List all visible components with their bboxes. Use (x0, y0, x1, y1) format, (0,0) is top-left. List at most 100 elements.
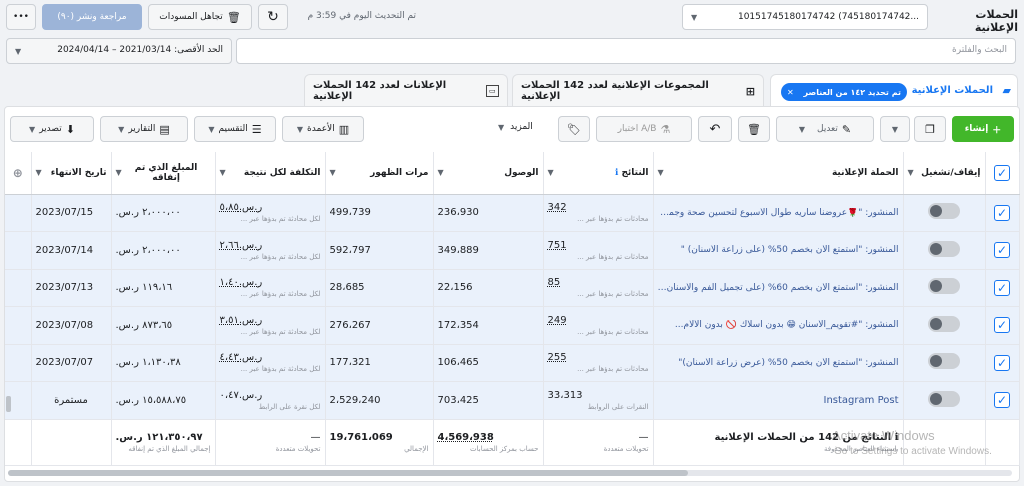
header-cost-per-result[interactable]: ▼ التكلفة لكل نتيجة (215, 152, 326, 195)
header-select-all[interactable]: ✓ (985, 152, 1020, 195)
header-amount-spent[interactable]: ▼ المبلغ الذي تم إنفاقه (111, 152, 216, 195)
columns-button[interactable]: ▼ الأعمدة ▥ (282, 116, 364, 142)
vertical-scrollbar-thumb[interactable] (6, 396, 11, 412)
toggle-cell[interactable] (903, 344, 986, 382)
undo-button[interactable]: ↶ (698, 116, 732, 142)
campaign-cell[interactable]: Instagram Post (653, 381, 904, 420)
table-row[interactable]: 2023/07/15 ٢،٠٠٠،٠٠ ر.س. ر.س.٥،٨٥ لكل محا… (5, 194, 1020, 232)
selection-chip[interactable]: ✕ تم تحديد ١٤٢ من العناصر (781, 83, 907, 101)
campaign-name-link[interactable]: المنشور: "#تقويم_الأسنان 😁 بدون أسلاك 🚫 … (658, 320, 899, 330)
tab-ads[interactable]: الإعلانات لعدد 142 الحملات الإعلانية ▭ (304, 74, 508, 107)
row-checkbox[interactable]: ✓ (994, 242, 1010, 259)
more-dropdown[interactable]: ▼ المزيد (498, 122, 554, 132)
campaign-toggle[interactable] (928, 353, 960, 370)
sort-icon[interactable]: ▼ (548, 168, 554, 177)
row-checkbox[interactable]: ✓ (994, 204, 1010, 221)
add-column-header[interactable]: ⊕ (5, 152, 32, 195)
header-end-date[interactable]: ▼ تاريخ الانتهاء (31, 152, 112, 195)
campaign-toggle[interactable] (928, 315, 960, 332)
duplicate-dropdown[interactable]: ▼ (880, 116, 910, 142)
refresh-button[interactable]: ↻ (258, 4, 288, 30)
results-value[interactable]: 85 (548, 277, 649, 288)
sort-icon[interactable]: ▼ (330, 168, 336, 177)
search-bar[interactable]: البحث والفلترة (236, 38, 1016, 64)
results-value[interactable]: 33،313 (548, 390, 649, 401)
campaign-toggle[interactable] (928, 278, 960, 295)
export-button[interactable]: ▼ تصدير ⬇ (10, 116, 94, 142)
close-icon[interactable]: ✕ (787, 88, 794, 97)
reach-value: 236،930 (437, 207, 479, 219)
row-checkbox[interactable]: ✓ (994, 392, 1010, 409)
campaign-toggle[interactable] (928, 390, 960, 407)
header-campaign[interactable]: ▼ الحملة الإعلانية (653, 152, 904, 195)
windows-activation-subtitle: Go to Settings to activate Windows. (834, 446, 992, 457)
results-cell: 33،313 النقرات على الروابط (543, 381, 654, 420)
review-publish-button[interactable]: مراجعة ونشر (٩٠) (42, 4, 142, 30)
search-input[interactable]: البحث والفلترة (952, 45, 1007, 55)
campaign-cell[interactable]: المنشور: "استمتع الآن بخصم 50% (عرض زراع… (653, 344, 904, 382)
date-range-picker[interactable]: ▼ الحد الأقصى: 2021/03/14 – 2024/04/14 (6, 38, 232, 64)
results-value[interactable]: 249 (548, 315, 649, 326)
discard-drafts-button[interactable]: تجاهل المسودات 🗑 (148, 4, 252, 30)
toggle-cell[interactable] (903, 381, 986, 420)
add-column-icon[interactable]: ⊕ (13, 166, 23, 180)
toggle-cell[interactable] (903, 306, 986, 345)
campaign-cell[interactable]: المنشور: "استمتع الآن بخصم 60% (على تجمي… (653, 269, 904, 307)
campaign-name-link[interactable]: المنشور: "استمتع الآن بخصم 50% (عرض زراع… (658, 358, 898, 368)
campaign-cell[interactable]: المنشور: "#تقويم_الأسنان 😁 بدون أسلاك 🚫 … (653, 306, 904, 345)
toggle-cell[interactable] (903, 231, 986, 270)
table-row[interactable]: مستمرة ١٥،٥٨٨،٧٥ ر.س. ر.س.٠،٤٧ لكل نقرة ع… (5, 381, 1020, 420)
sort-icon[interactable]: ▼ (220, 168, 226, 177)
results-value[interactable]: 342 (548, 202, 649, 213)
header-reach[interactable]: ▼ الوصول (433, 152, 544, 195)
table-row[interactable]: 2023/07/13 ١١٩،١٦ ر.س. ر.س.١،٤٠ لكل محادث… (5, 269, 1020, 307)
select-cell[interactable]: ✓ (985, 306, 1020, 345)
results-value[interactable]: 255 (548, 352, 649, 363)
account-selector[interactable]: ▼ 10151745180174742 (745180174742... (682, 4, 928, 30)
select-cell[interactable]: ✓ (985, 344, 1020, 382)
sort-icon[interactable]: ▼ (36, 168, 42, 177)
campaign-name-link[interactable]: Instagram Post (658, 395, 899, 406)
row-checkbox[interactable]: ✓ (994, 317, 1010, 334)
campaign-toggle[interactable] (928, 240, 960, 257)
more-options-button[interactable]: ••• (6, 4, 36, 30)
horizontal-scrollbar[interactable] (8, 470, 1012, 476)
ab-test-button[interactable]: اختبار A/B ⚗ (596, 116, 692, 142)
header-results[interactable]: ▼ ℹ النتائج (543, 152, 654, 195)
row-checkbox[interactable]: ✓ (994, 354, 1010, 371)
edit-button[interactable]: ▼ تعديل ✎ (776, 116, 874, 142)
campaign-cell[interactable]: المنشور: "🌹عروضنا ساريه طوال الأسبوع لتح… (653, 194, 904, 232)
toggle-cell[interactable] (903, 269, 986, 307)
sort-icon[interactable]: ▼ (658, 168, 664, 177)
breakdown-button[interactable]: ▼ التقسيم ☰ (194, 116, 276, 142)
table-row[interactable]: 2023/07/07 ١،١٣٠،٣٨ ر.س. ر.س.٤،٤٣ لكل محا… (5, 344, 1020, 382)
select-cell[interactable]: ✓ (985, 381, 1020, 420)
sort-icon[interactable]: ▼ (438, 168, 444, 177)
sort-icon[interactable]: ▼ (908, 168, 914, 177)
tag-button[interactable]: 🏷 (558, 116, 590, 142)
header-impressions[interactable]: ▼ مرات الظهور (325, 152, 434, 195)
row-checkbox[interactable]: ✓ (994, 279, 1010, 296)
select-all-checkbox[interactable]: ✓ (994, 164, 1010, 181)
results-value[interactable]: 751 (548, 240, 649, 251)
select-cell[interactable]: ✓ (985, 194, 1020, 232)
select-cell[interactable]: ✓ (985, 269, 1020, 307)
tab-campaigns[interactable]: ✕ تم تحديد ١٤٢ من العناصر الحملات الإعلا… (770, 74, 1018, 108)
header-toggle[interactable]: ▼ إيقاف/تشغيل (903, 152, 986, 195)
select-cell[interactable]: ✓ (985, 231, 1020, 270)
toggle-cell[interactable] (903, 194, 986, 232)
campaign-cell[interactable]: المنشور: "استمتع الآن بخصم 50% (على زراع… (653, 231, 904, 270)
reports-button[interactable]: ▼ التقارير ▤ (100, 116, 188, 142)
campaign-toggle[interactable] (928, 203, 960, 220)
campaign-name-link[interactable]: المنشور: "🌹عروضنا ساريه طوال الأسبوع لتح… (658, 208, 899, 218)
impressions-cell: 499،739 (325, 194, 434, 232)
table-row[interactable]: 2023/07/14 ٢،٠٠٠،٠٠ ر.س. ر.س.٢،٦٦ لكل محا… (5, 231, 1020, 270)
delete-button[interactable]: 🗑 (738, 116, 770, 142)
table-row[interactable]: 2023/07/08 ٨٧٣،٦٥ ر.س. ر.س.٣،٥١ لكل محادث… (5, 306, 1020, 345)
tab-adsets[interactable]: المجموعات الإعلانية لعدد 142 الحملات الإ… (512, 74, 764, 107)
duplicate-button[interactable]: ❐ (914, 116, 946, 142)
create-button[interactable]: إنشاء ＋ (952, 116, 1014, 142)
horizontal-scrollbar-thumb[interactable] (8, 470, 688, 476)
campaign-name-link[interactable]: المنشور: "استمتع الآن بخصم 60% (على تجمي… (658, 283, 899, 293)
campaign-name-link[interactable]: المنشور: "استمتع الآن بخصم 50% (على زراع… (658, 245, 899, 255)
